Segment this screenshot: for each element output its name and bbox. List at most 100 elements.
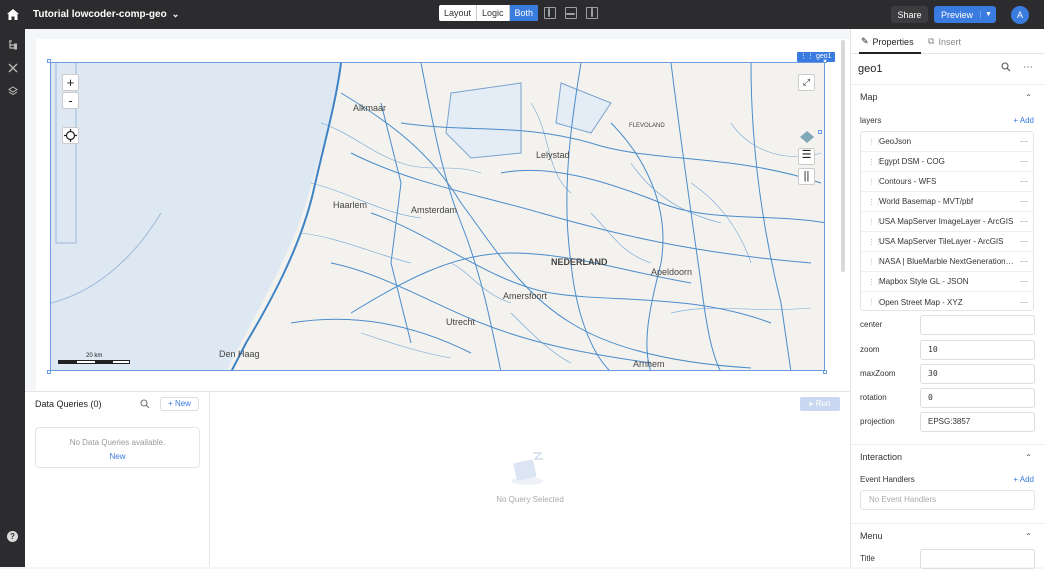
drag-handle-icon[interactable]: ⋮⋮ — [868, 218, 882, 226]
more-options-icon[interactable]: ⋯ — [1020, 217, 1028, 226]
canvas-scrollbar[interactable] — [841, 40, 845, 272]
drag-handle-icon[interactable]: ⋮⋮ — [868, 138, 882, 146]
avatar[interactable]: A — [1011, 6, 1029, 24]
resize-handle[interactable] — [823, 370, 827, 374]
list-item[interactable]: ⋮⋮ Open Street Map - XYZ ⋯ — [861, 292, 1033, 312]
resize-handle[interactable] — [818, 130, 822, 134]
list-item[interactable]: ⋮⋮ Mapbox Style GL - JSON ⋯ — [861, 272, 1033, 292]
crosshair-icon — [64, 129, 77, 142]
more-options-icon[interactable]: ⋯ — [1020, 277, 1028, 286]
projection-label: projection — [860, 417, 895, 426]
more-options-icon[interactable]: ⋯ — [1020, 197, 1028, 206]
more-options-icon[interactable]: ⋯ — [1020, 177, 1028, 186]
tab-properties[interactable]: ✎ Properties — [861, 36, 914, 47]
drag-handle-icon[interactable]: ⋮⋮ — [868, 278, 882, 286]
locate-button[interactable] — [62, 127, 79, 144]
projection-input[interactable]: EPSG:3857 — [920, 412, 1035, 432]
search-icon[interactable] — [140, 399, 150, 411]
split-view-icon[interactable]: || — [798, 168, 815, 185]
layer-label: USA MapServer ImageLayer - ArcGIS — [879, 217, 1014, 226]
drag-handle-icon[interactable]: ⋮⋮ — [868, 258, 882, 266]
query-editor: ▸ Run No Query Selected — [210, 391, 850, 567]
tree-icon[interactable] — [8, 40, 18, 50]
menu-section-header[interactable]: Menu ⌃ — [851, 523, 1044, 548]
interaction-section-header[interactable]: Interaction ⌃ — [851, 444, 1044, 469]
drag-handle-icon[interactable]: ⋮⋮ — [868, 158, 882, 166]
mode-logic-button[interactable]: Logic — [477, 5, 510, 21]
more-options-icon[interactable]: ⋯ — [1020, 257, 1028, 266]
drag-handle-icon[interactable]: ⋮⋮ — [868, 198, 882, 206]
preview-button[interactable]: Preview ▼ — [934, 6, 996, 23]
component-tag[interactable]: ⋮⋮ geo1 — [797, 52, 835, 62]
zoom-input[interactable]: 10 — [920, 340, 1035, 360]
tools-icon[interactable] — [8, 63, 18, 73]
center-label: center — [860, 320, 883, 329]
menu-lines-icon[interactable]: ☰ — [798, 148, 815, 165]
add-event-handler-button[interactable]: + Add — [1013, 475, 1034, 484]
layer-label: Egypt DSM - COG — [879, 157, 945, 166]
new-query-button[interactable]: + New — [160, 397, 199, 411]
resize-handle[interactable] — [47, 59, 51, 63]
maxzoom-field-row: maxZoom 30 — [860, 364, 1035, 384]
drag-handle-icon[interactable]: ⋮⋮ — [868, 298, 882, 306]
map-component[interactable]: Alkmaar Lelystad Amsterdam Utrecht Amers… — [50, 62, 825, 371]
chevron-up-icon[interactable]: ⌃ — [1025, 85, 1032, 110]
run-button[interactable]: ▸ Run — [800, 397, 840, 411]
zoom-out-button[interactable]: - — [62, 92, 79, 109]
list-item[interactable]: ⋮⋮ USA MapServer ImageLayer - ArcGIS ⋯ — [861, 212, 1033, 232]
home-icon[interactable] — [0, 0, 25, 29]
drag-handle-icon[interactable]: ⋮⋮ — [868, 178, 882, 186]
search-icon[interactable] — [1001, 62, 1011, 75]
layer-switcher-icon[interactable] — [799, 130, 815, 146]
more-options-icon[interactable]: ⋯ — [1020, 298, 1028, 307]
more-options-icon[interactable]: ⋯ — [1020, 157, 1028, 166]
left-panel-toggle-icon[interactable] — [544, 7, 556, 19]
zoom-label: zoom — [860, 345, 880, 354]
help-icon[interactable]: ? — [7, 531, 18, 542]
chevron-up-icon[interactable]: ⌃ — [1025, 524, 1032, 549]
more-options-icon[interactable]: ⋯ — [1020, 137, 1028, 146]
title-input[interactable] — [920, 549, 1035, 569]
mode-layout-button[interactable]: Layout — [439, 5, 478, 21]
zoom-in-button[interactable]: + — [62, 74, 79, 91]
app-title-menu[interactable]: Tutorial lowcoder-comp-geo ⌄ — [33, 9, 179, 20]
run-label: Run — [815, 399, 831, 408]
maxzoom-input[interactable]: 30 — [920, 364, 1035, 384]
chevron-up-icon[interactable]: ⌃ — [1025, 445, 1032, 470]
empty-query-icon — [507, 447, 551, 487]
title-label: Title — [860, 554, 875, 563]
menu-section-title: Menu — [860, 531, 883, 541]
map-section-header[interactable]: Map ⌃ — [851, 84, 1044, 109]
share-button[interactable]: Share — [891, 6, 928, 23]
tab-insert[interactable]: ⧉ Insert — [928, 36, 961, 47]
mode-both-button[interactable]: Both — [509, 5, 539, 21]
data-queries-panel: Data Queries (0) + New No Data Queries a… — [25, 391, 210, 567]
list-item[interactable]: ⋮⋮ Egypt DSM - COG ⋯ — [861, 152, 1033, 172]
fullscreen-button[interactable]: ⤢ — [798, 74, 815, 91]
map-label-haarlem: Haarlem — [333, 200, 367, 210]
resize-handle[interactable] — [823, 59, 827, 63]
add-layer-button[interactable]: + Add — [1013, 116, 1034, 125]
list-item[interactable]: ⋮⋮ World Basemap - MVT/pbf ⋯ — [861, 192, 1033, 212]
resize-handle[interactable] — [47, 370, 51, 374]
rotation-input[interactable]: 0 — [920, 388, 1035, 408]
no-query-selected-text: No Query Selected — [496, 495, 564, 504]
center-input[interactable] — [920, 315, 1035, 335]
map-label-apeldoorn: Apeldoorn — [651, 267, 692, 277]
list-item[interactable]: ⋮⋮ GeoJson ⋯ — [861, 132, 1033, 152]
map-tiles[interactable]: Alkmaar Lelystad Amsterdam Utrecht Amers… — [51, 63, 825, 371]
list-item[interactable]: ⋮⋮NASA | BlueMarble NextGeneration - WMT… — [861, 252, 1033, 272]
chevron-down-icon[interactable]: ▼ — [980, 11, 996, 18]
right-panel-toggle-icon[interactable] — [586, 7, 598, 19]
list-item[interactable]: ⋮⋮ USA MapServer TileLayer - ArcGIS ⋯ — [861, 232, 1033, 252]
drag-handle-icon[interactable]: ⋮⋮ — [868, 238, 882, 246]
new-query-link[interactable]: New — [36, 450, 199, 464]
panel-tabs: ✎ Properties ⧉ Insert — [851, 29, 1044, 54]
list-item[interactable]: ⋮⋮ Contours - WFS ⋯ — [861, 172, 1033, 192]
more-options-icon[interactable]: ⋯ — [1023, 62, 1033, 75]
component-name[interactable]: geo1 — [858, 63, 882, 75]
more-options-icon[interactable]: ⋯ — [1020, 237, 1028, 246]
bottom-panel-toggle-icon[interactable] — [565, 7, 577, 19]
layers-icon[interactable] — [8, 86, 18, 96]
map-section-title: Map — [860, 92, 878, 102]
